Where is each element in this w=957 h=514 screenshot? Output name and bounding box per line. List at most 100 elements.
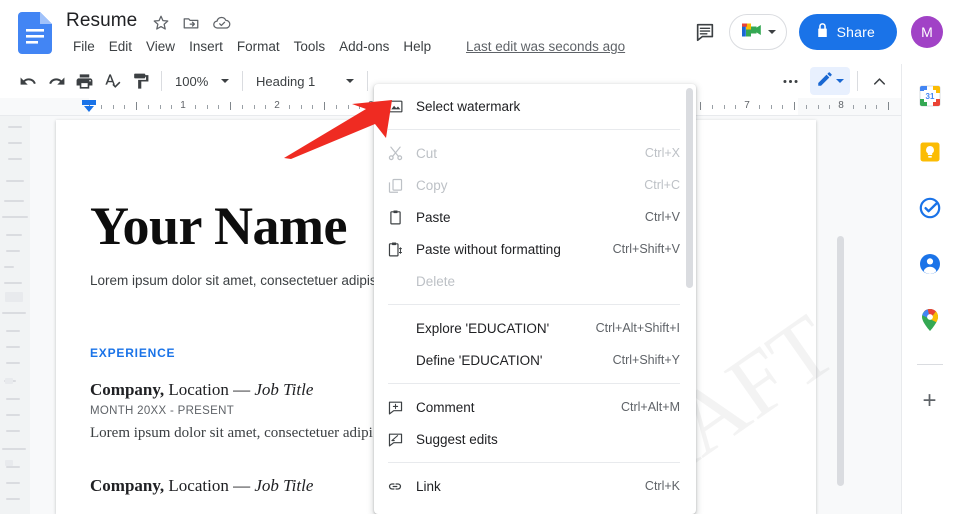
chevron-down-icon	[221, 79, 229, 83]
menu-item-label: Suggest edits	[416, 431, 498, 447]
menu-separator	[388, 383, 680, 384]
document-title[interactable]: Resume	[66, 10, 137, 32]
get-add-ons-button[interactable]: +	[916, 387, 944, 415]
outline-line	[2, 312, 26, 314]
ruler-tick	[782, 105, 784, 109]
cloud-saved-icon[interactable]	[212, 14, 231, 32]
ruler-number: 8	[838, 100, 844, 111]
outline-line	[6, 362, 20, 364]
outline-line	[6, 180, 24, 182]
zoom-selector[interactable]: 100%	[169, 68, 235, 94]
ruler-tick	[711, 105, 713, 109]
chevron-down-icon	[346, 79, 354, 83]
paragraph-style-selector[interactable]: Heading 1	[250, 68, 360, 94]
google-keep-icon[interactable]	[916, 138, 944, 166]
avatar[interactable]: M	[911, 16, 943, 48]
outline-line	[6, 330, 20, 332]
ruler-tick	[723, 105, 725, 109]
menu-item-shortcut: Ctrl+Shift+Y	[612, 353, 680, 367]
join-call-button[interactable]	[728, 14, 787, 50]
share-button[interactable]: Share	[798, 14, 897, 50]
ruler-tick	[194, 105, 196, 109]
menu-view[interactable]: View	[139, 37, 182, 56]
ruler-tick	[253, 105, 255, 109]
ruler-tick	[324, 102, 325, 110]
lock-icon	[816, 23, 829, 41]
menu-item-shortcut: Ctrl+Shift+V	[612, 242, 680, 256]
menu-format[interactable]: Format	[230, 37, 287, 56]
star-icon[interactable]	[152, 14, 170, 32]
menu-item-paste-without-formatting[interactable]: Paste without formatting Ctrl+Shift+V	[374, 233, 696, 265]
document-vertical-scrollbar[interactable]	[836, 236, 844, 514]
paint-format-icon[interactable]	[126, 67, 154, 95]
left-indent-marker[interactable]	[82, 100, 96, 113]
google-maps-icon[interactable]	[916, 306, 944, 334]
image-icon	[374, 98, 416, 115]
ruler-number: 7	[744, 100, 750, 111]
menu-item-suggest-edits[interactable]: Suggest edits	[374, 423, 696, 455]
clipboard-icon	[374, 209, 416, 226]
share-button-label: Share	[836, 24, 875, 40]
menu-item-label: Select watermark	[416, 98, 521, 114]
ruler-tick	[312, 105, 314, 109]
clipboard-plain-icon	[374, 241, 416, 258]
copy-icon	[374, 177, 416, 194]
redo-button[interactable]	[42, 67, 70, 95]
entry-company: Company,	[90, 475, 165, 495]
move-to-folder-icon[interactable]	[182, 14, 200, 32]
hide-menus-button[interactable]	[865, 67, 893, 95]
link-icon	[374, 478, 416, 495]
menu-item-link[interactable]: Link Ctrl+K	[374, 470, 696, 502]
comment-history-icon[interactable]	[687, 14, 723, 50]
outline-line	[6, 498, 20, 500]
menu-item-comment[interactable]: Comment Ctrl+Alt+M	[374, 391, 696, 423]
editing-mode-button[interactable]	[810, 67, 850, 95]
last-edit-status[interactable]: Last edit was seconds ago	[466, 39, 625, 54]
outline-line	[2, 448, 26, 450]
menu-insert[interactable]: Insert	[182, 37, 230, 56]
ruler-number: 2	[274, 100, 280, 111]
ruler-number: 3	[368, 100, 374, 111]
scrollbar-thumb[interactable]	[837, 236, 844, 486]
menu-item-shortcut: Ctrl+V	[644, 210, 680, 224]
ruler-tick	[359, 105, 361, 109]
menu-bar: File Edit View Insert Format Tools Add-o…	[66, 37, 438, 56]
google-contacts-icon[interactable]	[916, 250, 944, 278]
context-menu[interactable]: Select watermark Cut Ctrl+X Copy Ctrl+C Paste…	[374, 84, 696, 514]
docs-logo-icon[interactable]	[18, 12, 52, 54]
ruler-tick	[100, 105, 102, 109]
ruler-number: 1	[180, 100, 186, 111]
ruler-tick	[700, 102, 701, 110]
menu-item-define[interactable]: Define 'EDUCATION' Ctrl+Shift+Y	[374, 344, 696, 376]
zoom-value: 100%	[175, 73, 209, 89]
outline-line	[6, 398, 20, 400]
title-action-icons	[152, 14, 231, 32]
google-calendar-icon[interactable]: 31	[916, 82, 944, 110]
menu-addons[interactable]: Add-ons	[332, 37, 396, 56]
undo-button[interactable]	[14, 67, 42, 95]
pencil-icon	[816, 70, 834, 93]
more-options-button[interactable]	[776, 67, 804, 95]
ruler-tick	[852, 105, 854, 109]
ruler-tick	[347, 105, 349, 109]
menu-item-explore[interactable]: Explore 'EDUCATION' Ctrl+Alt+Shift+I	[374, 312, 696, 344]
chevron-down-icon	[767, 30, 776, 34]
menu-file[interactable]: File	[66, 37, 102, 56]
google-tasks-icon[interactable]	[916, 194, 944, 222]
menu-tools[interactable]: Tools	[287, 37, 333, 56]
print-button[interactable]	[70, 67, 98, 95]
google-docs-window: Resume File Edit View Insert Format Tool…	[0, 0, 957, 514]
menu-item-label: Define 'EDUCATION'	[416, 352, 543, 368]
menu-scrollbar-thumb[interactable]	[686, 88, 693, 288]
menu-edit[interactable]: Edit	[102, 37, 139, 56]
spellcheck-icon[interactable]	[98, 67, 126, 95]
outline-line	[8, 126, 22, 128]
svg-text:31: 31	[925, 92, 934, 101]
menu-item-label: Delete	[416, 273, 456, 289]
menu-item-select-watermark[interactable]: Select watermark	[374, 90, 696, 122]
ruler-tick	[888, 102, 889, 110]
menu-item-paste[interactable]: Paste Ctrl+V	[374, 201, 696, 233]
ruler-tick	[794, 102, 795, 110]
document-outline-thumbnail[interactable]	[0, 116, 30, 514]
menu-help[interactable]: Help	[396, 37, 438, 56]
